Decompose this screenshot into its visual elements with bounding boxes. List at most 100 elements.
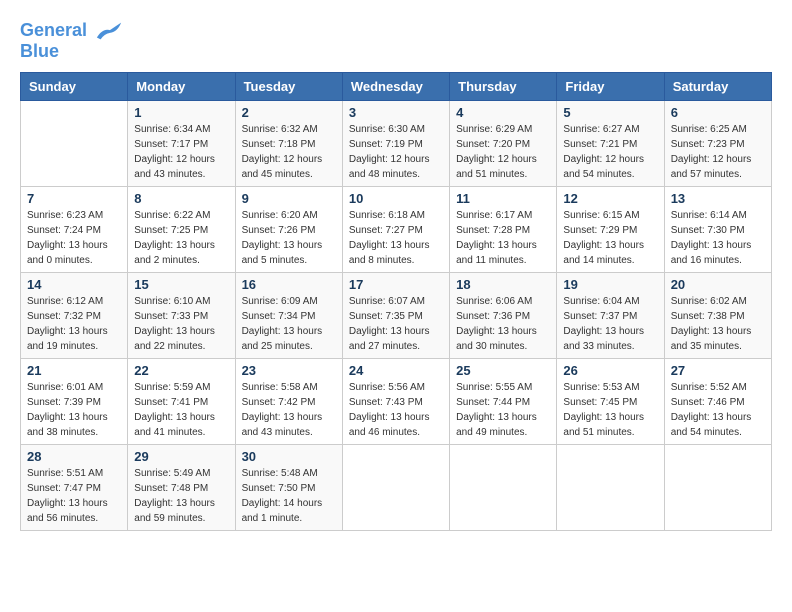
day-number: 1	[134, 105, 228, 120]
day-info: Sunrise: 6:06 AM Sunset: 7:36 PM Dayligh…	[456, 294, 550, 354]
calendar-body: 1 Sunrise: 6:34 AM Sunset: 7:17 PM Daylig…	[21, 100, 772, 530]
logo: General Blue	[20, 20, 123, 62]
calendar-cell: 1 Sunrise: 6:34 AM Sunset: 7:17 PM Daylig…	[128, 100, 235, 186]
day-number: 30	[242, 449, 336, 464]
day-header-monday: Monday	[128, 72, 235, 100]
calendar-cell: 19 Sunrise: 6:04 AM Sunset: 7:37 PM Dayli…	[557, 272, 664, 358]
day-info: Sunrise: 6:07 AM Sunset: 7:35 PM Dayligh…	[349, 294, 443, 354]
day-info: Sunrise: 6:18 AM Sunset: 7:27 PM Dayligh…	[349, 208, 443, 268]
page-header: General Blue	[20, 20, 772, 62]
calendar-cell: 28 Sunrise: 5:51 AM Sunset: 7:47 PM Dayli…	[21, 444, 128, 530]
calendar-week-row: 1 Sunrise: 6:34 AM Sunset: 7:17 PM Daylig…	[21, 100, 772, 186]
day-number: 8	[134, 191, 228, 206]
day-number: 24	[349, 363, 443, 378]
calendar-cell: 26 Sunrise: 5:53 AM Sunset: 7:45 PM Dayli…	[557, 358, 664, 444]
day-number: 18	[456, 277, 550, 292]
day-info: Sunrise: 6:34 AM Sunset: 7:17 PM Dayligh…	[134, 122, 228, 182]
calendar-cell	[557, 444, 664, 530]
calendar-cell: 30 Sunrise: 5:48 AM Sunset: 7:50 PM Dayli…	[235, 444, 342, 530]
day-number: 25	[456, 363, 550, 378]
calendar-cell: 7 Sunrise: 6:23 AM Sunset: 7:24 PM Daylig…	[21, 186, 128, 272]
day-number: 13	[671, 191, 765, 206]
calendar-cell: 10 Sunrise: 6:18 AM Sunset: 7:27 PM Dayli…	[342, 186, 449, 272]
day-info: Sunrise: 6:02 AM Sunset: 7:38 PM Dayligh…	[671, 294, 765, 354]
logo-text: General	[20, 20, 123, 42]
day-number: 11	[456, 191, 550, 206]
day-info: Sunrise: 6:32 AM Sunset: 7:18 PM Dayligh…	[242, 122, 336, 182]
day-number: 19	[563, 277, 657, 292]
day-header-thursday: Thursday	[450, 72, 557, 100]
day-number: 2	[242, 105, 336, 120]
day-info: Sunrise: 5:53 AM Sunset: 7:45 PM Dayligh…	[563, 380, 657, 440]
calendar-cell: 3 Sunrise: 6:30 AM Sunset: 7:19 PM Daylig…	[342, 100, 449, 186]
day-header-friday: Friday	[557, 72, 664, 100]
day-number: 27	[671, 363, 765, 378]
day-header-sunday: Sunday	[21, 72, 128, 100]
day-number: 22	[134, 363, 228, 378]
day-info: Sunrise: 6:30 AM Sunset: 7:19 PM Dayligh…	[349, 122, 443, 182]
calendar-cell: 5 Sunrise: 6:27 AM Sunset: 7:21 PM Daylig…	[557, 100, 664, 186]
day-number: 10	[349, 191, 443, 206]
day-info: Sunrise: 5:58 AM Sunset: 7:42 PM Dayligh…	[242, 380, 336, 440]
day-info: Sunrise: 6:04 AM Sunset: 7:37 PM Dayligh…	[563, 294, 657, 354]
day-info: Sunrise: 6:20 AM Sunset: 7:26 PM Dayligh…	[242, 208, 336, 268]
day-number: 17	[349, 277, 443, 292]
day-info: Sunrise: 6:25 AM Sunset: 7:23 PM Dayligh…	[671, 122, 765, 182]
calendar-cell: 12 Sunrise: 6:15 AM Sunset: 7:29 PM Dayli…	[557, 186, 664, 272]
calendar-cell: 2 Sunrise: 6:32 AM Sunset: 7:18 PM Daylig…	[235, 100, 342, 186]
day-info: Sunrise: 6:01 AM Sunset: 7:39 PM Dayligh…	[27, 380, 121, 440]
calendar-cell: 8 Sunrise: 6:22 AM Sunset: 7:25 PM Daylig…	[128, 186, 235, 272]
day-info: Sunrise: 6:27 AM Sunset: 7:21 PM Dayligh…	[563, 122, 657, 182]
day-number: 14	[27, 277, 121, 292]
day-info: Sunrise: 6:17 AM Sunset: 7:28 PM Dayligh…	[456, 208, 550, 268]
day-number: 7	[27, 191, 121, 206]
day-number: 15	[134, 277, 228, 292]
day-number: 26	[563, 363, 657, 378]
day-info: Sunrise: 5:48 AM Sunset: 7:50 PM Dayligh…	[242, 466, 336, 526]
day-number: 16	[242, 277, 336, 292]
day-info: Sunrise: 5:56 AM Sunset: 7:43 PM Dayligh…	[349, 380, 443, 440]
calendar-week-row: 7 Sunrise: 6:23 AM Sunset: 7:24 PM Daylig…	[21, 186, 772, 272]
calendar-cell	[664, 444, 771, 530]
day-info: Sunrise: 5:55 AM Sunset: 7:44 PM Dayligh…	[456, 380, 550, 440]
day-number: 3	[349, 105, 443, 120]
calendar-cell: 25 Sunrise: 5:55 AM Sunset: 7:44 PM Dayli…	[450, 358, 557, 444]
logo-text-blue: Blue	[20, 42, 123, 62]
calendar-week-row: 28 Sunrise: 5:51 AM Sunset: 7:47 PM Dayli…	[21, 444, 772, 530]
day-number: 12	[563, 191, 657, 206]
calendar-cell: 16 Sunrise: 6:09 AM Sunset: 7:34 PM Dayli…	[235, 272, 342, 358]
day-info: Sunrise: 6:14 AM Sunset: 7:30 PM Dayligh…	[671, 208, 765, 268]
day-info: Sunrise: 5:52 AM Sunset: 7:46 PM Dayligh…	[671, 380, 765, 440]
day-number: 28	[27, 449, 121, 464]
day-info: Sunrise: 5:59 AM Sunset: 7:41 PM Dayligh…	[134, 380, 228, 440]
day-info: Sunrise: 6:09 AM Sunset: 7:34 PM Dayligh…	[242, 294, 336, 354]
calendar-cell	[21, 100, 128, 186]
day-info: Sunrise: 6:23 AM Sunset: 7:24 PM Dayligh…	[27, 208, 121, 268]
day-number: 6	[671, 105, 765, 120]
day-info: Sunrise: 6:12 AM Sunset: 7:32 PM Dayligh…	[27, 294, 121, 354]
day-info: Sunrise: 6:22 AM Sunset: 7:25 PM Dayligh…	[134, 208, 228, 268]
calendar-cell: 11 Sunrise: 6:17 AM Sunset: 7:28 PM Dayli…	[450, 186, 557, 272]
calendar-cell: 24 Sunrise: 5:56 AM Sunset: 7:43 PM Dayli…	[342, 358, 449, 444]
calendar-cell: 21 Sunrise: 6:01 AM Sunset: 7:39 PM Dayli…	[21, 358, 128, 444]
calendar-cell: 20Sunrise: 6:02 AM Sunset: 7:38 PM Dayli…	[664, 272, 771, 358]
calendar-cell	[342, 444, 449, 530]
calendar-cell: 9 Sunrise: 6:20 AM Sunset: 7:26 PM Daylig…	[235, 186, 342, 272]
calendar-cell: 29Sunrise: 5:49 AM Sunset: 7:48 PM Dayli…	[128, 444, 235, 530]
day-info: Sunrise: 6:15 AM Sunset: 7:29 PM Dayligh…	[563, 208, 657, 268]
calendar-cell: 27 Sunrise: 5:52 AM Sunset: 7:46 PM Dayli…	[664, 358, 771, 444]
day-number: 5	[563, 105, 657, 120]
calendar-cell: 4Sunrise: 6:29 AM Sunset: 7:20 PM Daylig…	[450, 100, 557, 186]
day-info: Sunrise: 5:49 AM Sunset: 7:48 PM Dayligh…	[134, 466, 228, 526]
calendar-cell: 13 Sunrise: 6:14 AM Sunset: 7:30 PM Dayli…	[664, 186, 771, 272]
calendar-cell: 6 Sunrise: 6:25 AM Sunset: 7:23 PM Daylig…	[664, 100, 771, 186]
day-header-tuesday: Tuesday	[235, 72, 342, 100]
day-number: 21	[27, 363, 121, 378]
calendar-header-row: SundayMondayTuesdayWednesdayThursdayFrid…	[21, 72, 772, 100]
calendar-cell: 15Sunrise: 6:10 AM Sunset: 7:33 PM Dayli…	[128, 272, 235, 358]
calendar-week-row: 14 Sunrise: 6:12 AM Sunset: 7:32 PM Dayli…	[21, 272, 772, 358]
calendar-cell: 22 Sunrise: 5:59 AM Sunset: 7:41 PM Dayli…	[128, 358, 235, 444]
day-info: Sunrise: 5:51 AM Sunset: 7:47 PM Dayligh…	[27, 466, 121, 526]
day-number: 9	[242, 191, 336, 206]
day-info: Sunrise: 6:29 AM Sunset: 7:20 PM Dayligh…	[456, 122, 550, 182]
